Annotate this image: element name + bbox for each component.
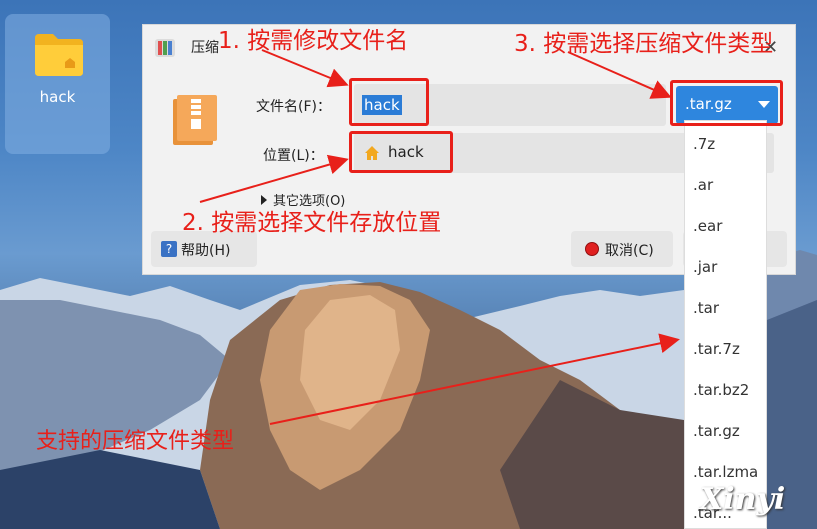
step3-annotation: 3. 按需选择压缩文件类型 [514,31,774,57]
watermark: Xinyi [700,482,786,517]
step2-annotation: 2. 按需选择文件存放位置 [182,210,442,236]
step1-annotation: 1. 按需修改文件名 [218,28,409,54]
supported-types-annotation: 支持的压缩文件类型 [36,429,235,454]
